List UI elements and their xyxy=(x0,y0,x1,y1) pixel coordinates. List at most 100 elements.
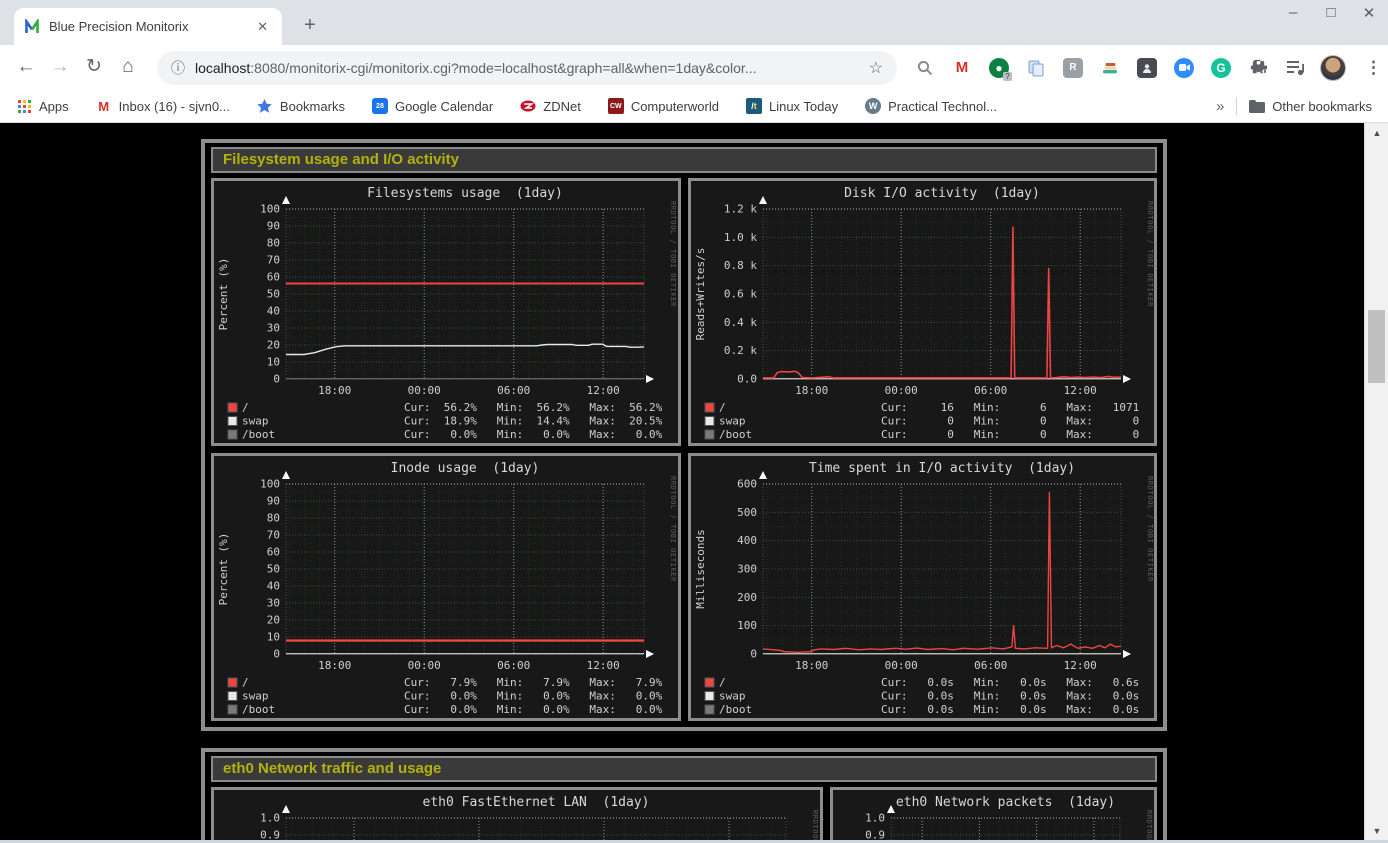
star-favicon-icon xyxy=(257,98,273,114)
charts-grid-bottom: 1.00.90.80.70.60.50.40.30.20.10.018:0000… xyxy=(211,787,1157,843)
chart-svg-eth0-lan[interactable]: 1.00.90.80.70.60.50.40.30.20.10.018:0000… xyxy=(214,790,820,843)
dark-app-extension-icon[interactable] xyxy=(1135,56,1159,80)
bookmark-google-calendar[interactable]: 28 Google Calendar xyxy=(372,98,493,114)
chart-svg-time-in-io[interactable]: 600500400300200100018:0000:0006:0012:00T… xyxy=(691,456,1155,718)
y-tick-label: 1.0 k xyxy=(723,231,756,244)
bookmark-zdnet[interactable]: ZDNet xyxy=(520,98,581,114)
bookmark-practical-tech[interactable]: W Practical Technol... xyxy=(865,98,997,114)
close-icon[interactable]: ✕ xyxy=(1358,4,1380,22)
chart-time-in-io[interactable]: 600500400300200100018:0000:0006:0012:00T… xyxy=(688,453,1158,721)
chart-disk-io-activity[interactable]: 1.2 k1.0 k0.8 k0.6 k0.4 k0.2 k0.018:0000… xyxy=(688,178,1158,446)
home-icon[interactable]: ⌂ xyxy=(111,51,145,85)
chart-svg-eth0-packets[interactable]: 1.00.90.80.70.60.50.40.30.20.10.018:0000… xyxy=(833,790,1154,843)
legend-label: / xyxy=(719,401,726,414)
y-tick-label: 60 xyxy=(267,271,280,284)
x-tick-label: 00:00 xyxy=(884,384,917,397)
minimize-icon[interactable]: – xyxy=(1282,4,1304,22)
chart-svg-disk-io-activity[interactable]: 1.2 k1.0 k0.8 k0.6 k0.4 k0.2 k0.018:0000… xyxy=(691,181,1155,443)
legend-label: / xyxy=(242,401,249,414)
legend-label: swap xyxy=(242,690,269,703)
chart-filesystems-usage[interactable]: 100908070605040302010018:0000:0006:0012:… xyxy=(211,178,681,446)
new-tab-button[interactable]: + xyxy=(296,12,324,40)
profile-avatar[interactable] xyxy=(1320,55,1346,81)
x-tick-label: 12:00 xyxy=(587,659,620,672)
legend-label: swap xyxy=(719,415,746,428)
y-tick-label: 600 xyxy=(737,478,757,491)
x-tick-label: 06:00 xyxy=(974,659,1007,672)
legend-label: /boot xyxy=(242,428,275,441)
reload-icon[interactable]: ↻ xyxy=(77,51,111,85)
bookmark-inbox[interactable]: M Inbox (16) - sjvn0... xyxy=(96,98,230,114)
chart-inode-usage[interactable]: 100908070605040302010018:0000:0006:0012:… xyxy=(211,453,681,721)
legend-label: / xyxy=(719,676,726,689)
search-extension-icon[interactable] xyxy=(913,56,937,80)
chat-extension-icon[interactable]: ● ? xyxy=(987,56,1011,80)
y-tick-label: 40 xyxy=(267,305,280,318)
x-tick-label: 12:00 xyxy=(1063,659,1096,672)
gmail-extension-icon[interactable]: M xyxy=(950,56,974,80)
legend-values: Cur: 0 Min: 0 Max: 0 xyxy=(881,415,1139,428)
legend-values: Cur: 0 Min: 0 Max: 0 xyxy=(881,428,1139,441)
y-tick-label: 1.2 k xyxy=(723,203,756,216)
legend-values: Cur: 56.2% Min: 56.2% Max: 56.2% xyxy=(404,401,663,414)
extensions-puzzle-icon[interactable] xyxy=(1246,56,1270,80)
browser-tab[interactable]: Blue Precision Monitorix ✕ xyxy=(14,8,282,45)
maximize-icon[interactable]: □ xyxy=(1320,4,1342,22)
browser-toolbar: ← → ↻ ⌂ ⓘ localhost:8080/monitorix-cgi/m… xyxy=(0,45,1388,90)
video-call-extension-icon[interactable] xyxy=(1172,56,1196,80)
bookmark-computerworld[interactable]: CW Computerworld xyxy=(608,98,719,114)
y-tick-label: 0.8 k xyxy=(723,259,756,272)
y-tick-label: 50 xyxy=(267,563,280,576)
chart-title: Disk I/O activity (1day) xyxy=(844,186,1040,201)
y-axis-arrow-icon xyxy=(759,471,767,479)
y-tick-label: 500 xyxy=(737,506,757,519)
grammarly-extension-icon[interactable]: G xyxy=(1209,56,1233,80)
chart-eth0-packets[interactable]: 1.00.90.80.70.60.50.40.30.20.10.018:0000… xyxy=(830,787,1157,843)
y-tick-label: 0.4 k xyxy=(723,316,756,329)
site-info-icon[interactable]: ⓘ xyxy=(171,58,185,78)
bookmark-apps[interactable]: Apps xyxy=(16,98,69,114)
section-header: Filesystem usage and I/O activity xyxy=(211,147,1157,173)
back-icon[interactable]: ← xyxy=(9,51,43,85)
section-filesystem: Filesystem usage and I/O activity 100908… xyxy=(201,139,1167,731)
bookmarks-overflow-icon[interactable]: » xyxy=(1216,98,1224,115)
x-tick-label: 06:00 xyxy=(974,384,1007,397)
other-bookmarks-button[interactable]: Other bookmarks xyxy=(1249,98,1372,114)
x-tick-label: 00:00 xyxy=(884,659,917,672)
legend-swatch xyxy=(705,417,714,426)
chart-svg-inode-usage[interactable]: 100908070605040302010018:0000:0006:0012:… xyxy=(214,456,678,718)
y-tick-label: 0 xyxy=(273,373,280,386)
bookmark-star-icon[interactable]: ☆ xyxy=(869,58,883,78)
playlist-extension-icon[interactable] xyxy=(1283,56,1307,80)
r-extension-icon[interactable]: R xyxy=(1061,56,1085,80)
books-extension-icon[interactable] xyxy=(1098,56,1122,80)
scroll-down-icon[interactable]: ▼ xyxy=(1365,823,1388,839)
gmail-favicon-icon: M xyxy=(96,98,112,114)
y-tick-label: 0.2 k xyxy=(723,344,756,357)
calendar-favicon-icon: 28 xyxy=(372,98,388,114)
legend-label: swap xyxy=(242,415,269,428)
rrdtool-watermark: RRDTOOL / TOBI OETIKER xyxy=(811,810,819,843)
forward-icon[interactable]: → xyxy=(43,51,77,85)
address-bar[interactable]: ⓘ localhost:8080/monitorix-cgi/monitorix… xyxy=(157,51,897,85)
chart-svg-filesystems-usage[interactable]: 100908070605040302010018:0000:0006:0012:… xyxy=(214,181,678,443)
rrdtool-watermark: RRDTOOL / TOBI OETIKER xyxy=(1146,201,1154,307)
scroll-up-icon[interactable]: ▲ xyxy=(1365,125,1388,141)
x-axis-arrow-icon xyxy=(646,375,654,383)
bookmark-linux-today[interactable]: /t Linux Today xyxy=(746,98,838,114)
legend-values: Cur: 0.0s Min: 0.0s Max: 0.0s xyxy=(881,690,1139,703)
browser-menu-icon[interactable]: ⋮ xyxy=(1359,58,1388,78)
x-tick-label: 18:00 xyxy=(795,384,828,397)
chart-title: eth0 FastEthernet LAN (1day) xyxy=(423,795,650,810)
bookmark-bookmarks[interactable]: Bookmarks xyxy=(257,98,345,114)
computerworld-favicon-icon: CW xyxy=(608,98,624,114)
copy-pages-extension-icon[interactable] xyxy=(1024,56,1048,80)
scrollbar-thumb[interactable] xyxy=(1368,310,1385,383)
y-tick-label: 100 xyxy=(260,478,280,491)
vertical-scrollbar[interactable]: ▲ ▼ xyxy=(1364,123,1388,843)
chart-eth0-lan[interactable]: 1.00.90.80.70.60.50.40.30.20.10.018:0000… xyxy=(211,787,823,843)
tab-close-icon[interactable]: ✕ xyxy=(253,17,272,37)
legend-label: /boot xyxy=(242,703,275,716)
url-rest: :8080/monitorix-cgi/monitorix.cgi?mode=l… xyxy=(250,60,756,76)
bookmarks-right-group: » Other bookmarks xyxy=(1216,97,1372,115)
